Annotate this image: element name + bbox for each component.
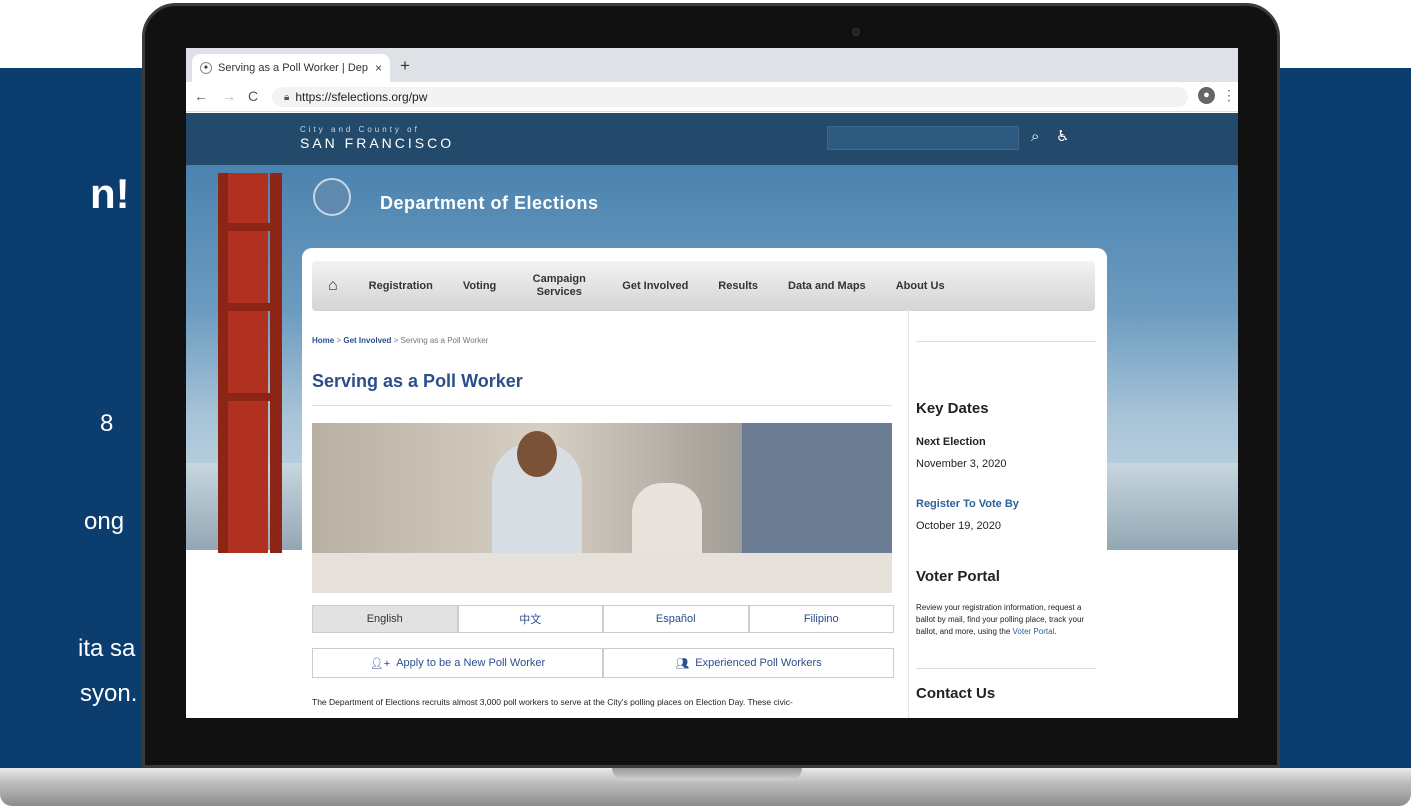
accessibility-icon[interactable]: ♿︎ [1056,127,1069,145]
divider [916,341,1096,342]
photo-figure [632,483,702,563]
lang-tab-spanish[interactable]: Español [603,605,749,633]
nav-get-involved[interactable]: Get Involved [607,280,703,292]
lang-tab-english[interactable]: English [312,605,458,633]
bridge-beam [218,393,282,401]
promo-line: ita sa [78,635,136,662]
home-icon[interactable]: ⌂ [312,277,354,295]
lock-icon: 🔒︎ [284,91,290,103]
website: City and County of SAN FRANCISCO ⌕ ♿︎ De… [186,113,1238,718]
promo-line: ong [84,508,125,535]
breadcrumb-separator: > [393,336,399,345]
tab-title: Serving as a Poll Worker | Dep [218,62,368,74]
laptop-notch [612,768,802,780]
search-icon[interactable]: ⌕ [1031,128,1039,145]
action-buttons: 👤︎+ Apply to be a New Poll Worker 👥︎ Exp… [312,648,894,678]
back-button[interactable]: ← [194,88,208,104]
page-title: Serving as a Poll Worker [312,371,523,391]
divider [916,668,1096,669]
poll-worker-photo [312,423,892,593]
breadcrumb-current: Serving as a Poll Worker [400,336,489,345]
site-header: City and County of SAN FRANCISCO ⌕ ♿︎ [186,113,1238,165]
camera [852,28,860,36]
url-input[interactable]: 🔒︎ https://sfelections.org/pw [272,87,1188,107]
key-dates-heading: Key Dates [916,400,989,417]
site-search-input[interactable] [827,126,1019,150]
main-nav: ⌂ Registration Voting Campaign Services … [312,261,1095,311]
lang-tab-chinese[interactable]: 中文 [457,605,603,633]
divider [312,405,892,406]
tab-strip: ✦ Serving as a Poll Worker | Dep × + [186,48,1238,82]
favicon-icon: ✦ [200,62,212,74]
apply-button-label: Apply to be a New Poll Worker [396,657,546,669]
breadcrumb-section[interactable]: Get Involved [343,336,391,345]
nav-data-and-maps[interactable]: Data and Maps [773,280,881,292]
url-text: https://sfelections.org/pw [295,90,428,104]
contact-us-heading: Contact Us [916,685,996,702]
apply-new-poll-worker-button[interactable]: 👤︎+ Apply to be a New Poll Worker [312,648,603,678]
intro-paragraph: The Department of Elections recruits alm… [312,697,793,707]
language-tabs: English 中文 Español Filipino [312,605,894,633]
browser-window: ✦ Serving as a Poll Worker | Dep × + ← →… [186,48,1238,718]
next-election-date: November 3, 2020 [916,458,1007,470]
next-election-label: Next Election [916,436,986,448]
voter-portal-heading: Voter Portal [916,568,1000,585]
group-icon: 👥︎ [675,657,690,670]
nav-campaign-services[interactable]: Campaign Services [511,273,607,299]
bridge-beam [218,303,282,311]
nav-registration[interactable]: Registration [354,280,448,292]
content-card: ⌂ Registration Voting Campaign Services … [302,248,1107,718]
browser-tab[interactable]: ✦ Serving as a Poll Worker | Dep × [192,54,390,82]
register-to-vote-link[interactable]: Register To Vote By [916,498,1019,510]
menu-icon[interactable]: ⋮ [1222,87,1236,104]
forward-button[interactable]: → [222,88,236,104]
close-icon[interactable]: × [375,61,382,75]
new-tab-button[interactable]: + [400,56,410,76]
breadcrumb: Home > Get Involved > Serving as a Poll … [312,336,488,345]
promo-line: syon. [80,680,138,707]
experienced-button-label: Experienced Poll Workers [695,657,822,669]
stage: n! 8 ong ita sa syon. ✦ Serving as a Pol… [0,0,1411,806]
photo-desk [312,553,892,593]
add-user-icon: 👤︎+ [369,657,391,670]
register-deadline: October 19, 2020 [916,520,1002,532]
city-title[interactable]: SAN FRANCISCO [300,135,454,151]
experienced-poll-workers-button[interactable]: 👥︎ Experienced Poll Workers [603,648,894,678]
nav-results[interactable]: Results [703,280,773,292]
voter-portal-period: . [1054,627,1057,636]
address-bar: ← → C 🔒︎ https://sfelections.org/pw ● ⋮ [186,82,1238,112]
promo-headline: n! [90,170,130,217]
promo-line: 8 [100,410,114,437]
sidebar-divider [908,308,909,718]
city-subtitle: City and County of [300,125,420,134]
breadcrumb-separator: > [336,336,342,345]
city-seal-logo [313,178,351,216]
voter-portal-link[interactable]: Voter Portal [1013,627,1055,636]
department-title[interactable]: Department of Elections [380,193,599,214]
voter-portal-description: Review your registration information, re… [916,603,1085,636]
nav-voting[interactable]: Voting [448,280,511,292]
bridge-beam [218,223,282,231]
photo-figure [517,431,557,477]
profile-icon[interactable]: ● [1198,87,1215,104]
nav-about-us[interactable]: About Us [881,280,960,292]
breadcrumb-home[interactable]: Home [312,336,334,345]
voter-portal-text: Review your registration information, re… [916,602,1096,638]
lang-tab-filipino[interactable]: Filipino [748,605,894,633]
reload-button[interactable]: C [248,88,258,104]
